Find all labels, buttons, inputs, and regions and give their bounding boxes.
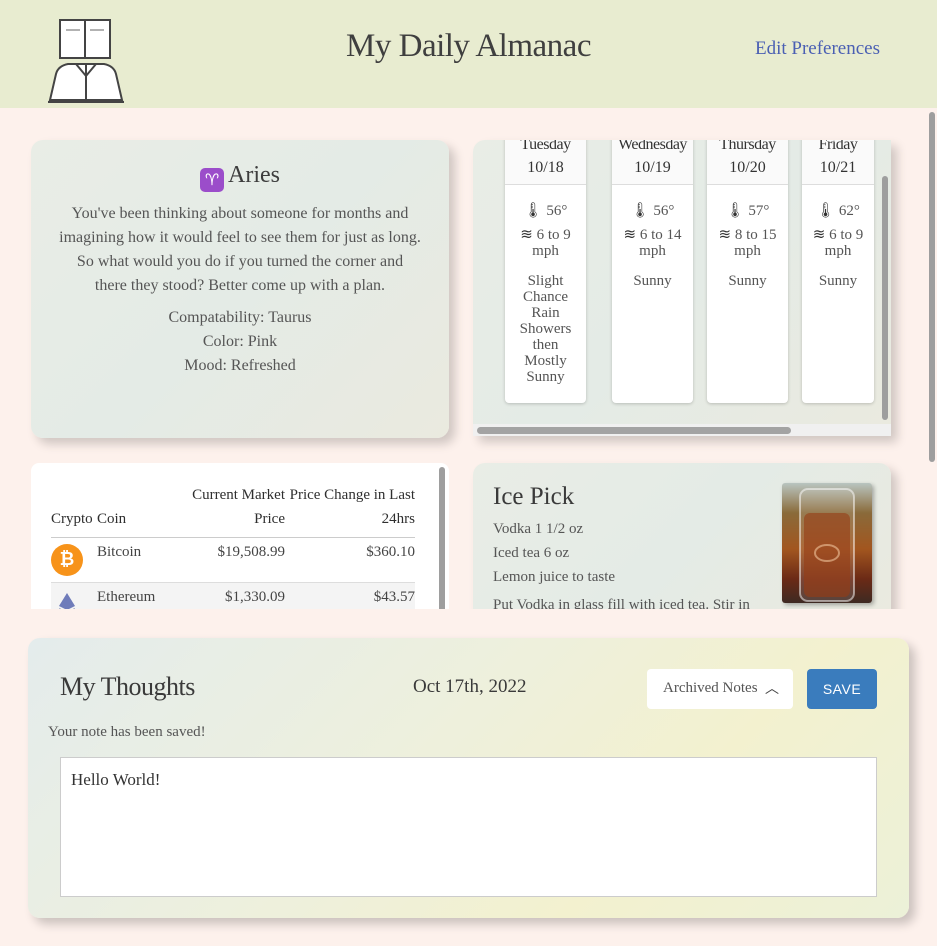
save-button[interactable]: SAVE (807, 669, 877, 709)
aries-sign-icon: ♈ (200, 168, 224, 192)
archived-notes-label: Archived Notes (663, 680, 758, 696)
crypto-header-change: Price Change in Last 24hrs (285, 483, 415, 538)
horoscope-sign: Aries (228, 162, 280, 188)
weather-wind: 6 to 9 mph (824, 227, 864, 259)
thoughts-date: Oct 17th, 2022 (413, 676, 527, 697)
weather-day-card: Wednesday 10/19 🌡 56° ≋ 6 to 14 mph Sunny (612, 140, 693, 403)
horoscope-mood: Mood: Refreshed (184, 357, 296, 374)
wind-icon: ≋ (812, 225, 826, 243)
horoscope-color: Color: Pink (202, 333, 278, 350)
horoscope-title: ♈ Aries (31, 162, 449, 192)
weather-date: 10/20 (729, 159, 766, 176)
thermometer-icon: 🌡 (523, 201, 543, 219)
weather-day-card: Friday 10/21 🌡 62° ≋ 6 to 9 mph Sunny (802, 140, 874, 403)
crypto-header-coin: Coin (97, 483, 183, 538)
weather-day-card: Tuesday 10/18 🌡 56° ≋ 6 to 9 mph Slight C… (505, 140, 586, 403)
weather-vertical-scrollbar[interactable] (882, 176, 888, 420)
save-status-message: Your note has been saved! (48, 724, 206, 740)
weather-forecast-panel: Tuesday 10/18 🌡 56° ≋ 6 to 9 mph Slight C… (473, 140, 891, 436)
bitcoin-icon: ₿ (51, 544, 83, 576)
wind-icon: ≋ (520, 225, 533, 243)
crypto-table: Crypto Coin Current Market Price Price C… (51, 483, 415, 623)
weather-condition: Sunny (633, 273, 672, 289)
weather-condition: Sunny (728, 273, 767, 289)
coin-change: $360.10 (366, 544, 415, 560)
weather-wind: 8 to 15 mph (734, 227, 777, 259)
horoscope-reading: You've been thinking about someone for m… (59, 205, 421, 294)
weather-day: Tuesday (520, 140, 571, 153)
thoughts-title: My Thoughts (60, 672, 195, 701)
weather-date: 10/19 (634, 159, 671, 176)
weather-temp: 57° (748, 203, 770, 219)
thermometer-icon: 🌡 (725, 201, 745, 219)
weather-temp: 56° (653, 203, 675, 219)
coin-name: Bitcoin (97, 544, 142, 560)
wind-icon: ≋ (718, 225, 732, 243)
weather-horizontal-scrollbar[interactable] (477, 427, 791, 434)
crypto-header-price: Current Market Price (183, 483, 285, 538)
iced-tea-jar-image (799, 488, 855, 602)
chevron-up-icon: ︿ (765, 681, 779, 697)
page-scrollbar[interactable] (929, 112, 935, 462)
weather-day-card: Thursday 10/20 🌡 57° ≋ 8 to 15 mph Sunny (707, 140, 788, 403)
recipe-card: Ice Pick Vodka 1 1/2 oz Iced tea 6 oz Le… (473, 463, 891, 623)
horoscope-card: ♈ Aries You've been thinking about someon… (31, 140, 449, 438)
wind-icon: ≋ (623, 225, 637, 243)
header-bar: My Daily Almanac Edit Preferences (0, 0, 937, 108)
recipe-ingredient: Lemon juice to taste (493, 569, 616, 585)
weather-condition: Sunny (818, 273, 858, 289)
recipe-ingredient: Iced tea 6 oz (493, 545, 570, 561)
weather-day: Thursday (719, 140, 776, 153)
weather-temp: 62° (838, 203, 860, 219)
thermometer-icon: 🌡 (816, 201, 836, 219)
weather-cards: Tuesday 10/18 🌡 56° ≋ 6 to 9 mph Slight C… (473, 140, 878, 412)
table-row: ₿ Bitcoin $19,508.99 $360.10 (51, 538, 415, 583)
weather-date: 10/18 (527, 159, 564, 176)
archived-notes-dropdown[interactable]: Archived Notes ︿ (647, 669, 793, 709)
weather-day: Wednesday (618, 140, 687, 153)
note-textarea[interactable]: Hello World! (60, 757, 877, 897)
weather-wind: 6 to 14 mph (639, 227, 682, 259)
thoughts-panel: My Thoughts Oct 17th, 2022 Archived Note… (28, 638, 909, 918)
recipe-title: Ice Pick (493, 483, 575, 510)
recipe-ingredient: Vodka 1 1/2 oz (493, 521, 584, 537)
coin-price: $19,508.99 (217, 544, 286, 560)
crypto-scrollbar[interactable] (439, 467, 445, 617)
weather-temp: 56° (546, 203, 568, 219)
weather-date: 10/21 (819, 159, 857, 176)
thermometer-icon: 🌡 (630, 201, 650, 219)
recipe-photo (782, 483, 872, 603)
weather-wind: 6 to 9 mph (532, 227, 571, 259)
weather-condition: Slight Chance Rain Showers then Mostly S… (519, 273, 572, 385)
edit-preferences-link[interactable]: Edit Preferences (755, 38, 880, 60)
crypto-header-crypto: Crypto (51, 483, 97, 538)
horoscope-compatibility: Compatability: Taurus (168, 309, 312, 326)
crypto-card: Crypto Coin Current Market Price Price C… (31, 463, 449, 623)
weather-day: Friday (818, 140, 858, 153)
